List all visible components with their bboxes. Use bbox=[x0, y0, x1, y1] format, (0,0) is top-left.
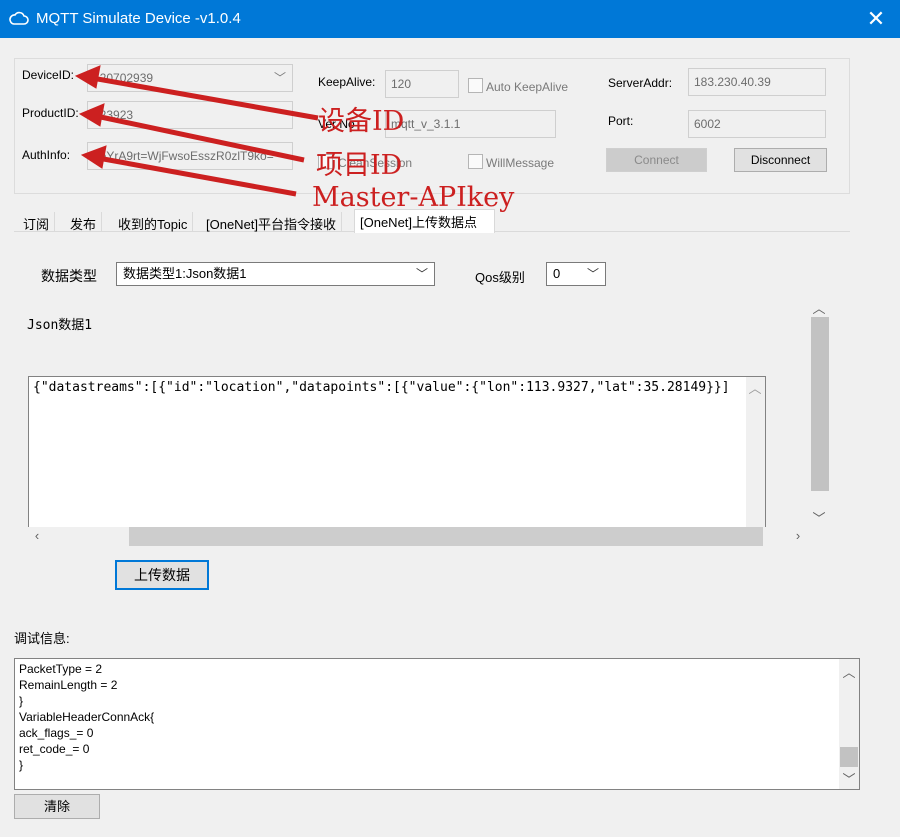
arrow-auth-info bbox=[97, 155, 297, 197]
debug-line: ret_code_= 0 bbox=[19, 742, 90, 756]
debug-line: } bbox=[19, 694, 24, 708]
scroll-up-icon[interactable]: ︿ bbox=[810, 298, 828, 317]
debug-line: RemainLength = 2 bbox=[19, 678, 118, 692]
json-section-label: Json数据1 bbox=[27, 318, 93, 333]
debug-line: } bbox=[19, 758, 24, 772]
arrowhead-device-id bbox=[74, 65, 101, 89]
chevron-down-icon: ﹀ bbox=[415, 267, 428, 281]
arrow-product-id bbox=[95, 113, 305, 163]
payload-vertical-scrollbar[interactable] bbox=[746, 377, 765, 527]
debug-line: VariableHeaderConnAck{ bbox=[19, 710, 155, 724]
debug-label: 调试信息: bbox=[14, 631, 70, 646]
panel-hscroll-thumb[interactable] bbox=[129, 527, 763, 546]
arrow-device-id bbox=[91, 75, 319, 121]
annotation-device-id: 设备ID bbox=[318, 106, 405, 137]
arrowhead-product-id bbox=[78, 103, 105, 127]
data-type-select[interactable]: 数据类型1:Json数据1 ﹀ bbox=[116, 262, 435, 286]
payload-text[interactable]: {"datastreams":[{"id":"location","datapo… bbox=[33, 380, 730, 395]
tab-onenet-upload[interactable]: [OneNet]上传数据点 bbox=[354, 209, 495, 233]
scroll-up-icon[interactable]: ︿ bbox=[746, 378, 764, 397]
tab-received-topic[interactable]: 收到的Topic bbox=[113, 212, 194, 232]
chevron-down-icon: ﹀ bbox=[586, 267, 599, 281]
tab-onenet-commands[interactable]: [OneNet]平台指令接收 bbox=[201, 212, 343, 232]
debug-vscroll-thumb[interactable] bbox=[840, 747, 858, 767]
scroll-right-icon[interactable]: › bbox=[789, 528, 807, 543]
debug-line: ack_flags_= 0 bbox=[19, 726, 94, 740]
debug-log[interactable]: PacketType = 2 RemainLength = 2 } Variab… bbox=[14, 658, 860, 790]
debug-line: PacketType = 2 bbox=[19, 662, 103, 676]
qos-value: 0 bbox=[553, 266, 561, 281]
data-type-label: 数据类型 bbox=[41, 268, 97, 284]
arrowhead-auth-info bbox=[80, 145, 107, 169]
data-type-value: 数据类型1:Json数据1 bbox=[123, 266, 247, 281]
payload-textbox[interactable]: {"datastreams":[{"id":"location","datapo… bbox=[28, 376, 766, 528]
upload-data-button[interactable]: 上传数据 bbox=[115, 560, 209, 590]
annotation-product-id: 项目ID bbox=[316, 150, 403, 181]
scroll-down-icon[interactable]: ﹀ bbox=[810, 508, 828, 527]
qos-select[interactable]: 0 ﹀ bbox=[546, 262, 606, 286]
tab-subscribe[interactable]: 订阅 bbox=[18, 212, 56, 232]
panel-vscroll-thumb[interactable] bbox=[811, 317, 829, 491]
scroll-down-icon[interactable]: ﹀ bbox=[840, 769, 858, 788]
tab-publish[interactable]: 发布 bbox=[65, 212, 103, 232]
scroll-up-icon[interactable]: ︿ bbox=[840, 662, 858, 681]
qos-label: Qos级别 bbox=[475, 270, 525, 285]
scroll-left-icon[interactable]: ‹ bbox=[28, 528, 46, 543]
clear-button[interactable]: 清除 bbox=[14, 794, 100, 819]
